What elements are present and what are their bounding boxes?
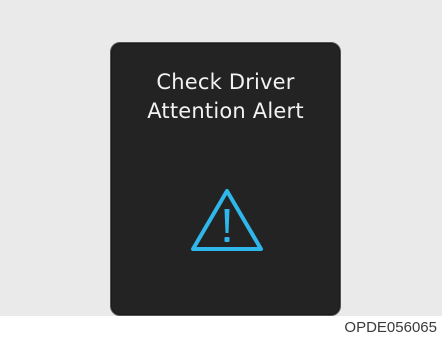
warning-triangle-icon [191, 189, 263, 251]
alert-message: Check Driver Attention Alert [111, 68, 340, 126]
alert-title-line-2: Attention Alert [147, 99, 304, 123]
alert-title-line-1: Check Driver [156, 70, 295, 94]
cluster-display: Check Driver Attention Alert [110, 42, 341, 316]
figure-code: OPDE056065 [344, 319, 437, 336]
